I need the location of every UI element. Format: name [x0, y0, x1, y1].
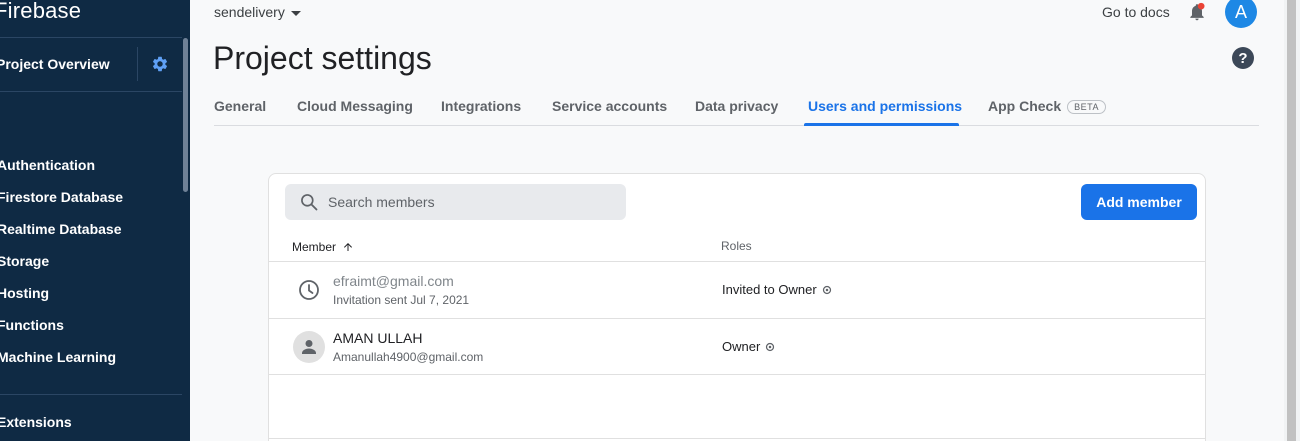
table-divider [269, 438, 1205, 439]
sidebar-item-realtime-database[interactable]: Realtime Database [0, 221, 122, 237]
role-settings-icon [766, 342, 775, 351]
active-tab-indicator [804, 123, 959, 126]
help-icon[interactable]: ? [1232, 47, 1254, 69]
search-input[interactable] [328, 184, 618, 220]
sidebar-item-hosting[interactable]: Hosting [0, 285, 49, 301]
page-scrollbar[interactable] [1287, 0, 1296, 441]
project-name: sendelivery [214, 4, 285, 20]
search-icon [301, 194, 318, 211]
member-role[interactable]: Owner [722, 339, 776, 354]
member-subtext: Invitation sent Jul 7, 2021 [333, 293, 470, 307]
firebase-brand[interactable]: Firebase [0, 0, 81, 24]
sidebar-item-functions[interactable]: Functions [0, 317, 64, 333]
tab-integrations[interactable]: Integrations [441, 98, 521, 114]
member-column-header[interactable]: Member [292, 240, 354, 254]
gear-icon[interactable] [151, 55, 169, 73]
member-name: AMAN ULLAH [333, 330, 423, 346]
project-overview-link[interactable]: Project Overview [0, 56, 110, 72]
member-role[interactable]: Invited to Owner [722, 282, 833, 297]
arrow-up-icon [344, 243, 353, 251]
beta-badge: BETA [1067, 100, 1106, 115]
notification-bell-icon[interactable] [1187, 2, 1207, 22]
clock-icon [299, 280, 319, 300]
tab-users-and-permissions[interactable]: Users and permissions [808, 98, 962, 114]
sidebar-item-authentication[interactable]: Authentication [0, 157, 95, 173]
sidebar-item-machine-learning[interactable]: Machine Learning [0, 349, 116, 365]
sidebar-scrollbar[interactable] [183, 38, 188, 192]
divider [137, 47, 138, 81]
member-email: Amanullah4900@gmail.com [333, 350, 484, 364]
table-divider [269, 374, 1205, 375]
chevron-down-icon [290, 10, 301, 16]
role-settings-icon [822, 285, 831, 294]
sidebar-item-firestore[interactable]: Firestore Database [0, 189, 123, 205]
tab-data-privacy[interactable]: Data privacy [695, 98, 778, 114]
add-member-button[interactable]: Add member [1081, 184, 1197, 220]
page-title: Project settings [213, 40, 432, 76]
member-email: efraimt@gmail.com [333, 273, 454, 289]
tab-service-accounts[interactable]: Service accounts [552, 98, 667, 114]
table-row[interactable]: AMAN ULLAH Amanullah4900@gmail.com Owner [269, 319, 1205, 375]
settings-tabs: General Cloud Messaging Integrations Ser… [214, 88, 1259, 126]
project-picker[interactable]: sendelivery [214, 4, 301, 20]
roles-column-header: Roles [721, 239, 752, 253]
tab-cloud-messaging[interactable]: Cloud Messaging [297, 98, 413, 114]
sidebar-item-extensions[interactable]: Extensions [0, 414, 72, 430]
search-box [285, 184, 626, 220]
sidebar-divider [0, 91, 182, 92]
tab-app-check[interactable]: App Check BETA [988, 98, 1106, 115]
account-avatar[interactable]: A [1225, 0, 1257, 28]
sidebar: Firebase Project Overview Authentication… [0, 0, 190, 441]
members-card: Add member Member Roles efraimt@gmail.co… [268, 173, 1206, 441]
go-to-docs-link[interactable]: Go to docs [1102, 4, 1170, 20]
person-avatar-icon [293, 331, 325, 363]
project-overview-row: Project Overview [0, 37, 182, 91]
tab-app-check-label: App Check [988, 98, 1062, 114]
role-label: Owner [722, 339, 761, 354]
table-row[interactable]: efraimt@gmail.com Invitation sent Jul 7,… [269, 262, 1205, 318]
sidebar-item-storage[interactable]: Storage [0, 253, 49, 269]
role-label: Invited to Owner [722, 282, 817, 297]
sidebar-divider [0, 394, 182, 395]
member-column-label: Member [292, 240, 337, 254]
tab-general[interactable]: General [214, 98, 266, 114]
